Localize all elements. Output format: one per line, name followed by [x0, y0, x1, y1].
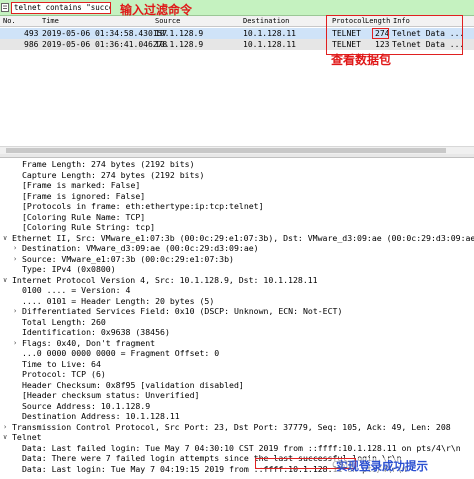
- detail-text: Internet Protocol Version 4, Src: 10.1.1…: [12, 274, 318, 285]
- detail-line[interactable]: Protocol: TCP (6): [0, 369, 474, 380]
- detail-text: Data: Last failed login: Tue May 7 04:30…: [22, 442, 461, 453]
- detail-line[interactable]: [Coloring Rule String: tcp]: [0, 222, 474, 233]
- detail-line[interactable]: Source Address: 10.1.128.9: [0, 401, 474, 412]
- detail-text: Capture Length: 274 bytes (2192 bits): [22, 169, 205, 180]
- bookmark-icon[interactable]: [1, 3, 9, 12]
- chevron-right-icon[interactable]: ›: [13, 306, 17, 317]
- detail-text: Flags: 0x40, Don't fragment: [22, 337, 156, 348]
- detail-line[interactable]: ∨ Ethernet II, Src: VMware_e1:07:3b (00:0…: [0, 233, 474, 244]
- detail-text: .... 0101 = Header Length: 20 bytes (5): [22, 295, 215, 306]
- protocol-highlight-box: [326, 15, 463, 55]
- detail-text: ...0 0000 0000 0000 = Fragment Offset: 0: [22, 348, 220, 358]
- detail-text: Type: IPv4 (0x0800): [22, 264, 116, 274]
- detail-line[interactable]: Type: IPv4 (0x0800): [0, 264, 474, 275]
- chevron-right-icon[interactable]: ›: [3, 422, 7, 433]
- detail-text: [Header checksum status: Unverified]: [22, 390, 200, 400]
- detail-line[interactable]: 0100 .... = Version: 4: [0, 285, 474, 296]
- detail-text: Telnet: [12, 432, 42, 442]
- detail-text: [Frame is ignored: False]: [22, 190, 146, 201]
- detail-line[interactable]: ∨ Internet Protocol Version 4, Src: 10.1.…: [0, 275, 474, 286]
- detail-text: [Frame is marked: False]: [22, 180, 141, 190]
- detail-line[interactable]: › Source: VMware_e1:07:3b (00:0c:29:e1:07…: [0, 254, 474, 265]
- detail-line[interactable]: › Flags: 0x40, Don't fragment: [0, 338, 474, 349]
- detail-text: Frame Length: 274 bytes (2192 bits): [22, 159, 195, 169]
- detail-text: Source Address: 10.1.128.9: [22, 400, 151, 411]
- detail-line[interactable]: ∨ Telnet: [0, 432, 474, 443]
- detail-line[interactable]: Time to Live: 64: [0, 359, 474, 370]
- detail-text: Time to Live: 64: [22, 358, 101, 369]
- display-filter-bar: telnet contains "success": [0, 0, 474, 16]
- packet-list-scrollbar[interactable]: [0, 146, 474, 154]
- detail-text: Destination: VMware_d3:09:ae (00:0c:29:d…: [22, 243, 259, 253]
- detail-line[interactable]: Total Length: 260: [0, 317, 474, 328]
- column-header-time[interactable]: Time: [42, 16, 59, 27]
- detail-line[interactable]: [Coloring Rule Name: TCP]: [0, 212, 474, 223]
- scrollbar-thumb[interactable]: [6, 148, 446, 153]
- detail-line[interactable]: Header Checksum: 0x8f95 [validation disa…: [0, 380, 474, 391]
- packet-details-pane: Frame Length: 274 bytes (2192 bits) Captu…: [0, 159, 474, 479]
- detail-text: Ethernet II, Src: VMware_e1:07:3b (00:0c…: [12, 232, 474, 243]
- detail-line[interactable]: Capture Length: 274 bytes (2192 bits): [0, 170, 474, 181]
- detail-line[interactable]: [Frame is marked: False]: [0, 180, 474, 191]
- detail-text: [Protocols in frame: eth:ethertype:ip:tc…: [22, 201, 264, 211]
- detail-text: 0100 .... = Version: 4: [22, 285, 131, 295]
- detail-text: Source: VMware_e1:07:3b (00:0c:29:e1:07:…: [22, 253, 234, 264]
- watermark: CSD: [332, 460, 354, 471]
- detail-line[interactable]: Data: Last failed login: Tue May 7 04:30…: [0, 443, 474, 454]
- detail-text: [Coloring Rule Name: TCP]: [22, 211, 146, 222]
- detail-line[interactable]: › Destination: VMware_d3:09:ae (00:0c:29:…: [0, 243, 474, 254]
- detail-text: Total Length: 260: [22, 316, 106, 327]
- detail-line[interactable]: [Protocols in frame: eth:ethertype:ip:tc…: [0, 201, 474, 212]
- detail-text: Identification: 0x9638 (38456): [22, 327, 170, 337]
- detail-text: Transmission Control Protocol, Src Port:…: [12, 421, 451, 432]
- detail-line[interactable]: Destination Address: 10.1.128.11: [0, 411, 474, 422]
- detail-line[interactable]: .... 0101 = Header Length: 20 bytes (5): [0, 296, 474, 307]
- pane-divider[interactable]: [0, 154, 474, 158]
- detail-line[interactable]: Frame Length: 274 bytes (2192 bits): [0, 159, 474, 170]
- column-header-destination[interactable]: Destination: [243, 16, 289, 27]
- detail-text: Differentiated Services Field: 0x10 (DSC…: [22, 306, 343, 316]
- chevron-down-icon[interactable]: ∨: [3, 275, 7, 286]
- detail-text: [Coloring Rule String: tcp]: [22, 222, 156, 232]
- column-header-no[interactable]: No.: [3, 16, 16, 27]
- chevron-right-icon[interactable]: ›: [13, 338, 17, 349]
- detail-text: Header Checksum: 0x8f95 [validation disa…: [22, 379, 244, 390]
- detail-line[interactable]: [Header checksum status: Unverified]: [0, 390, 474, 401]
- chevron-right-icon[interactable]: ›: [13, 254, 17, 265]
- display-filter-input[interactable]: telnet contains "success": [11, 2, 111, 14]
- column-header-source[interactable]: Source: [155, 16, 180, 27]
- detail-line[interactable]: ...0 0000 0000 0000 = Fragment Offset: 0: [0, 348, 474, 359]
- detail-line[interactable]: Identification: 0x9638 (38456): [0, 327, 474, 338]
- length-highlight-box: [372, 28, 389, 39]
- detail-line[interactable]: › Transmission Control Protocol, Src Port…: [0, 422, 474, 433]
- detail-text: Destination Address: 10.1.128.11: [22, 411, 180, 421]
- detail-line[interactable]: › Differentiated Services Field: 0x10 (DS…: [0, 306, 474, 317]
- packet-annotation: 查看数据包: [331, 53, 392, 67]
- detail-text: Protocol: TCP (6): [22, 369, 106, 379]
- chevron-right-icon[interactable]: ›: [13, 243, 17, 254]
- chevron-down-icon[interactable]: ∨: [3, 233, 7, 244]
- detail-line[interactable]: [Frame is ignored: False]: [0, 191, 474, 202]
- chevron-down-icon[interactable]: ∨: [3, 432, 7, 443]
